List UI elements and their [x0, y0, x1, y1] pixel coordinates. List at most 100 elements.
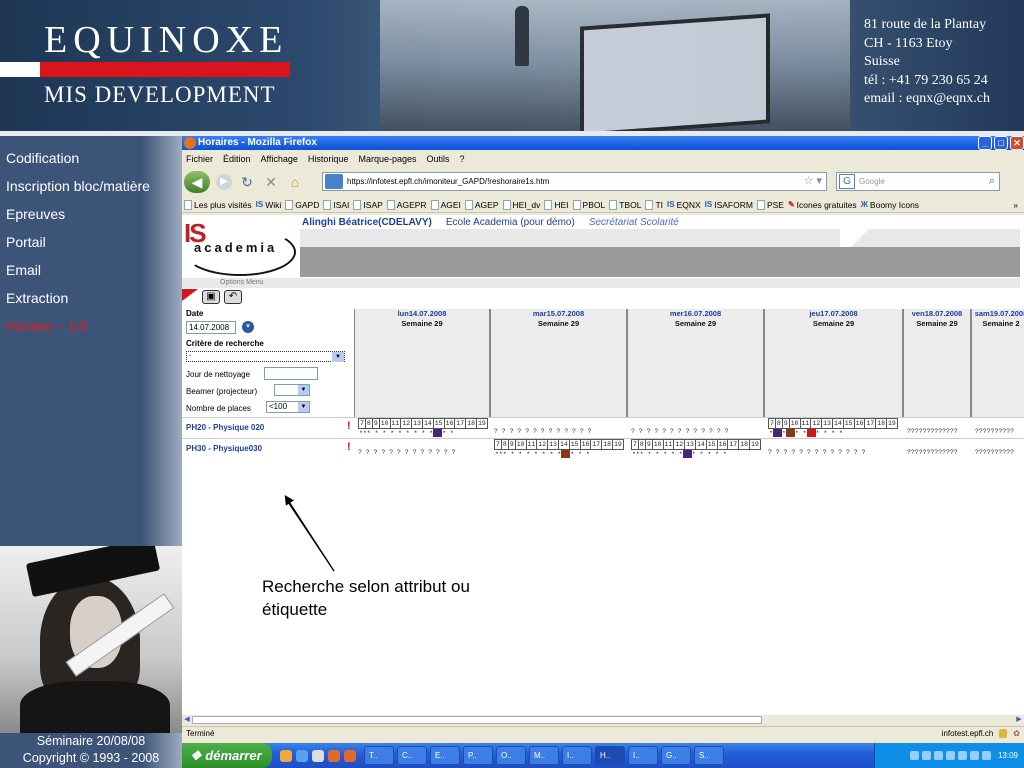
- taskbar-button[interactable]: E..: [430, 746, 460, 765]
- date-picker-button[interactable]: ▾: [242, 321, 254, 333]
- url-bar[interactable]: https://infotest.epfl.ch/imoniteur_GAPD/…: [322, 172, 827, 191]
- sidebar-item-epreuves[interactable]: Epreuves: [0, 206, 182, 223]
- slots-fri[interactable]: ?????????????: [907, 418, 975, 438]
- date-input[interactable]: 14.07.2008: [186, 321, 236, 334]
- search-box[interactable]: G Google ⌕: [836, 172, 1000, 191]
- options-menu-bar[interactable]: Options Menu: [182, 278, 1020, 288]
- beamer-select[interactable]: ▼: [274, 384, 310, 396]
- slots-mon[interactable]: 7 8 9 10 11 12 13 14 15 16 17 18 19 *** * * * * * * …: [358, 418, 494, 438]
- close-button[interactable]: ✕: [1010, 136, 1024, 150]
- bookmark-item[interactable]: AGEP: [464, 199, 499, 210]
- day-column-mon[interactable]: lun14.07.2008 Semaine 29: [354, 309, 490, 417]
- slots-sat[interactable]: ??????????: [975, 439, 1024, 459]
- forward-button[interactable]: ▶: [216, 174, 232, 190]
- menu-historique[interactable]: Historique: [308, 154, 349, 164]
- taskbar-button-active[interactable]: H..: [595, 746, 625, 765]
- sidebar-item-email[interactable]: Email: [0, 262, 182, 279]
- minimize-button[interactable]: _: [978, 136, 992, 150]
- stop-icon[interactable]: ✕: [262, 174, 280, 191]
- bookmark-item[interactable]: PSE: [756, 199, 784, 210]
- horizontal-scrollbar[interactable]: ◀ ▶: [182, 715, 1024, 725]
- taskbar-button[interactable]: I..: [562, 746, 592, 765]
- scroll-left-icon[interactable]: ◀: [182, 716, 192, 724]
- sidebar-item-portail[interactable]: Portail: [0, 234, 182, 251]
- taskbar-button[interactable]: C..: [397, 746, 427, 765]
- bookmark-item[interactable]: HEI: [544, 199, 569, 210]
- bookmark-item[interactable]: TI: [645, 199, 663, 210]
- bookmark-item[interactable]: IS ISAFORM: [705, 200, 753, 210]
- tray-icon[interactable]: [933, 751, 943, 760]
- bookmarks-overflow-icon[interactable]: »: [1013, 200, 1024, 210]
- taskbar-button[interactable]: O..: [496, 746, 526, 765]
- bookmark-item[interactable]: Ж Boomy Icons: [861, 200, 919, 210]
- sidebar-item-horaire[interactable]: Horaire – 1/3: [0, 318, 182, 335]
- day-column-fri[interactable]: ven18.07.2008 Semaine 29: [903, 309, 971, 417]
- bookmark-item[interactable]: AGEI: [430, 199, 461, 210]
- sidebar-item-codification[interactable]: Codification: [0, 150, 182, 167]
- bookmark-item[interactable]: IS EQNX: [667, 200, 701, 210]
- bookmark-item[interactable]: TBOL: [609, 199, 641, 210]
- site-identity-icon[interactable]: [325, 174, 343, 189]
- slots-thu[interactable]: ? ? ? ? ? ? ? ? ? ? ? ? ?: [768, 439, 907, 459]
- room-name[interactable]: PH20 - Physique 020: [186, 423, 264, 432]
- tray-icon[interactable]: [981, 751, 991, 760]
- search-icon[interactable]: ⌕: [989, 173, 995, 190]
- slots-tue[interactable]: 7 8 9 10 11 12 13 14 15 16 17 18 19 *** * * * * * * …: [494, 439, 631, 459]
- chevron-down-icon[interactable]: ▼: [298, 385, 309, 395]
- taskbar-button[interactable]: S..: [694, 746, 724, 765]
- bookmark-item[interactable]: IS Wiki: [256, 200, 282, 210]
- room-name[interactable]: PH30 - Physique030: [186, 444, 262, 453]
- back-button[interactable]: ◀: [184, 171, 210, 193]
- tray-icon[interactable]: [969, 751, 979, 760]
- menu-marque-pages[interactable]: Marque-pages: [358, 154, 416, 164]
- quicklaunch-icon[interactable]: [328, 749, 340, 762]
- taskbar-button[interactable]: P..: [463, 746, 493, 765]
- places-select[interactable]: <100 ▼: [266, 401, 310, 413]
- slots-fri[interactable]: ?????????????: [907, 439, 975, 459]
- menu-outils[interactable]: Outils: [427, 154, 450, 164]
- bookmark-star-icon[interactable]: ☆ ▾: [804, 173, 822, 190]
- quicklaunch-icon[interactable]: [344, 749, 356, 762]
- taskbar-button[interactable]: I..: [628, 746, 658, 765]
- tray-icon[interactable]: [957, 751, 967, 760]
- slots-thu[interactable]: 7 8 9 10 11 12 13 14 15 16 17 18 19 * * * * * * * *: [768, 418, 907, 438]
- tray-icon[interactable]: [909, 751, 919, 760]
- undo-icon[interactable]: ↶: [224, 290, 242, 304]
- menu-edition[interactable]: Édition: [223, 154, 251, 164]
- bookmark-item[interactable]: PBOL: [572, 199, 605, 210]
- scroll-track[interactable]: [192, 716, 762, 724]
- clock[interactable]: 13:09: [998, 751, 1018, 760]
- taskbar-button[interactable]: G..: [661, 746, 691, 765]
- menu-affichage[interactable]: Affichage: [261, 154, 298, 164]
- bookmark-item[interactable]: GAPD: [285, 199, 319, 210]
- criteria-select[interactable]: - ▼: [186, 351, 345, 362]
- scroll-right-icon[interactable]: ▶: [1014, 716, 1024, 724]
- menu-fichier[interactable]: Fichier: [186, 154, 213, 164]
- home-icon[interactable]: ⌂: [286, 174, 304, 190]
- reload-icon[interactable]: ↻: [238, 174, 256, 191]
- slots-mon[interactable]: ? ? ? ? ? ? ? ? ? ? ? ? ?: [358, 439, 494, 459]
- cleaning-day-input[interactable]: [264, 367, 318, 380]
- taskbar-button[interactable]: M..: [529, 746, 559, 765]
- tray-icon[interactable]: [945, 751, 955, 760]
- day-column-thu[interactable]: jeu17.07.2008 Semaine 29: [764, 309, 903, 417]
- maximize-button[interactable]: □: [994, 136, 1008, 150]
- chevron-down-icon[interactable]: ▼: [332, 352, 344, 362]
- sidebar-item-inscription[interactable]: Inscription bloc/matière: [0, 178, 182, 195]
- taskbar-button[interactable]: T..: [364, 746, 394, 765]
- addon-icon[interactable]: ✿: [1013, 727, 1020, 740]
- sidebar-item-extraction[interactable]: Extraction: [0, 290, 182, 307]
- lock-icon[interactable]: [999, 729, 1008, 738]
- slots-tue[interactable]: ? ? ? ? ? ? ? ? ? ? ? ? ?: [494, 418, 631, 438]
- slots-wed[interactable]: 7 8 9 10 11 12 13 14 15 16 17 18 19 *** * * * * * * …: [631, 439, 768, 459]
- quicklaunch-icon[interactable]: [280, 749, 292, 762]
- slots-sat[interactable]: ??????????: [975, 418, 1024, 438]
- menu-aide[interactable]: ?: [460, 154, 465, 164]
- bookmark-item[interactable]: ✎ Icones gratuites: [788, 200, 857, 210]
- slots-wed[interactable]: ? ? ? ? ? ? ? ? ? ? ? ? ?: [631, 418, 768, 438]
- day-column-wed[interactable]: mer16.07.2008 Semaine 29: [627, 309, 764, 417]
- start-button[interactable]: ❖ démarrer: [182, 743, 272, 768]
- save-icon[interactable]: ▣: [202, 290, 220, 304]
- tray-icon[interactable]: [921, 751, 931, 760]
- google-engine-icon[interactable]: G: [839, 174, 855, 189]
